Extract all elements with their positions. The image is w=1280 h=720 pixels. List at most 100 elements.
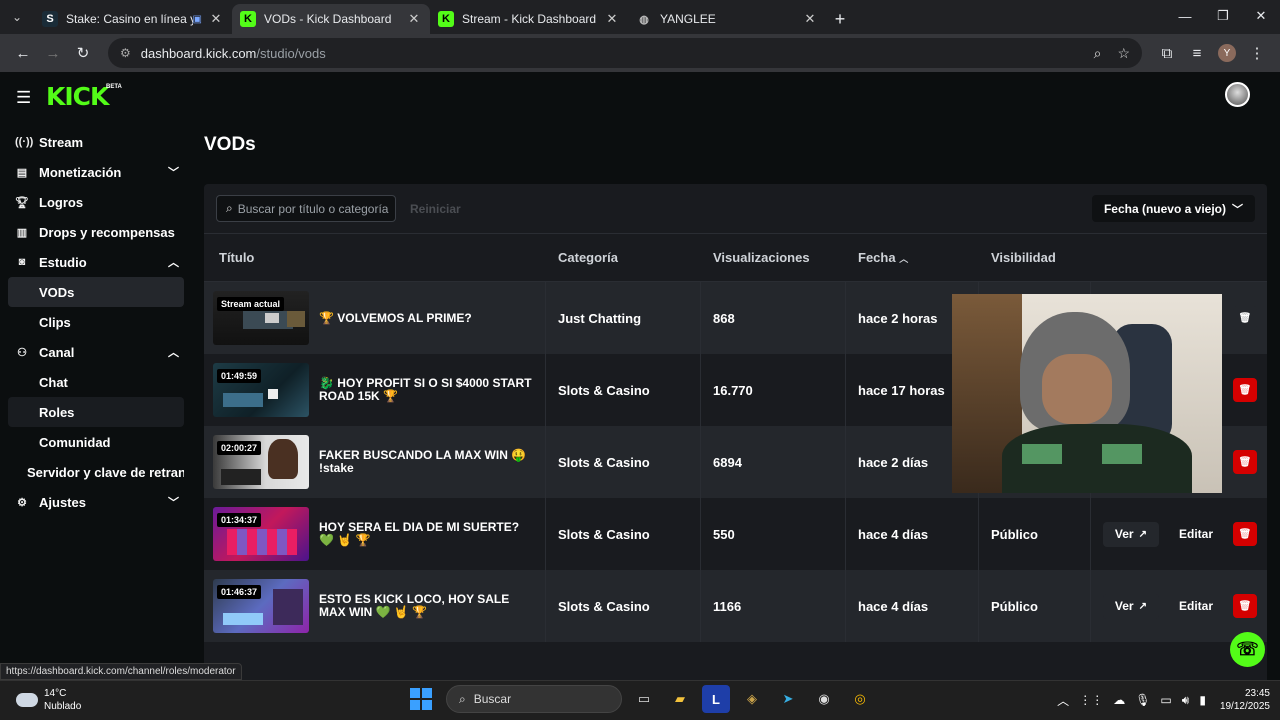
sidebar-item-roles[interactable]: Roles — [8, 397, 184, 427]
status-bar-url: https://dashboard.kick.com/channel/roles… — [0, 663, 242, 680]
sidebar-item-monetizacion[interactable]: ▤ Monetización ﹀ — [0, 157, 184, 187]
browser-tab-stream[interactable]: K Stream - Kick Dashboard ✕ — [430, 4, 628, 34]
sidebar-item-drops[interactable]: ▥ Drops y recompensas — [0, 217, 184, 247]
tab-close-icon[interactable]: ✕ — [208, 11, 224, 27]
header-category[interactable]: Categoría — [546, 250, 701, 265]
trash-icon: 🗑︎ — [1238, 384, 1252, 396]
obs-icon[interactable]: ◉ — [810, 685, 838, 713]
chevron-down-icon: ﹀ — [1232, 203, 1243, 216]
taskbar-search[interactable]: ⌕ Buscar — [446, 685, 622, 713]
telegram-icon[interactable]: ➤ — [774, 685, 802, 713]
close-window-icon[interactable]: ✕ — [1242, 0, 1280, 32]
back-icon[interactable]: ← — [8, 38, 38, 68]
delete-button[interactable]: 🗑︎ — [1233, 378, 1257, 402]
forward-icon[interactable]: → — [38, 38, 68, 68]
sidebar-item-chat[interactable]: Chat — [8, 367, 184, 397]
duration-badge: 01:46:37 — [217, 585, 262, 599]
sidebar-item-canal[interactable]: ⚇ Canal ︿ — [0, 337, 184, 367]
file-explorer-icon[interactable]: ▰ — [666, 685, 694, 713]
url-path: /studio/vods — [256, 45, 326, 61]
external-link-icon: ↗ — [1138, 528, 1147, 540]
broadcast-icon: ((·)) — [15, 136, 34, 148]
header-visibility[interactable]: Visibilidad — [979, 250, 1091, 265]
site-info-icon[interactable]: ⚙ — [120, 46, 131, 60]
volume-icon[interactable]: 🔊︎ — [1182, 693, 1190, 708]
chrome-icon[interactable]: ◎ — [846, 685, 874, 713]
sidebar-item-estudio[interactable]: ◙ Estudio ︿ — [0, 247, 184, 277]
grid-icon[interactable]: ⋮⋮ — [1079, 693, 1103, 707]
windows-start-icon[interactable] — [410, 688, 432, 710]
media-control-icon[interactable]: ≡ — [1182, 38, 1212, 68]
zoom-icon[interactable]: ⌕ — [1094, 45, 1102, 62]
sidebar-item-ajustes[interactable]: ⚙ Ajustes ﹀ — [0, 487, 184, 517]
hamburger-menu-icon[interactable]: ☰ — [16, 88, 31, 108]
l-app-icon[interactable]: L — [702, 685, 730, 713]
chevron-up-icon: ︿ — [168, 347, 179, 359]
weather-widget[interactable]: 14°C Nublado — [16, 687, 81, 713]
maximize-icon[interactable]: ❐ — [1204, 0, 1242, 32]
new-tab-button[interactable]: + — [826, 4, 854, 34]
user-avatar[interactable] — [1225, 82, 1250, 107]
tab-title: Stream - Kick Dashboard — [462, 12, 597, 26]
search-input[interactable]: ⌕ Buscar por título o categoría — [216, 195, 396, 222]
profile-avatar[interactable]: Y — [1218, 44, 1236, 62]
tab-close-icon[interactable]: ✕ — [604, 11, 620, 27]
delete-button[interactable]: 🗑︎ — [1233, 450, 1257, 474]
vod-thumbnail[interactable]: 02:00:27 — [213, 435, 309, 489]
sort-ascending-icon: ︿ — [899, 254, 909, 264]
browser-menu-icon[interactable]: ⋮ — [1242, 38, 1272, 68]
view-button[interactable]: Ver ↗ — [1102, 521, 1159, 547]
address-bar[interactable]: ⚙ dashboard.kick.com/studio/vods ⌕ ☆ — [108, 38, 1142, 68]
reload-icon[interactable]: ↻ — [68, 38, 98, 68]
display-icon[interactable]: ▭ — [1160, 693, 1171, 707]
browser-tab-yanglee[interactable]: ◍ YANGLEE ✕ — [628, 4, 826, 34]
kick-logo[interactable]: KICK — [46, 82, 109, 111]
system-tray: ︿ ⋮⋮ ☁ 🎙︎ ▭ 🔊︎ ▮ 23:45 19/12/2025 — [1057, 687, 1270, 713]
edit-button[interactable]: Editar — [1169, 594, 1223, 619]
minimize-icon[interactable]: — — [1166, 0, 1204, 32]
delete-button[interactable]: 🗑︎ — [1233, 306, 1257, 330]
sidebar-item-vods[interactable]: VODs — [8, 277, 184, 307]
edit-button[interactable]: Editar — [1169, 522, 1223, 547]
chevron-up-icon[interactable]: ︿ — [1057, 692, 1069, 709]
vod-thumbnail[interactable]: 01:49:59 — [213, 363, 309, 417]
cloud-sync-icon[interactable]: ☁ — [1113, 693, 1125, 707]
tab-close-icon[interactable]: ✕ — [406, 11, 422, 27]
header-views[interactable]: Visualizaciones — [701, 250, 846, 265]
view-button[interactable]: Ver ↗ — [1102, 593, 1159, 619]
search-icon: ⌕ — [459, 691, 466, 706]
reset-button[interactable]: Reiniciar — [410, 202, 461, 216]
delete-button[interactable]: 🗑︎ — [1233, 594, 1257, 618]
browser-tab-stake[interactable]: S Stake: Casino en línea y Ap ▣ ✕ — [34, 4, 232, 34]
help-chat-button[interactable]: ☏ — [1230, 632, 1265, 667]
delete-button[interactable]: 🗑︎ — [1233, 522, 1257, 546]
sidebar-item-label: Monetización — [39, 164, 122, 180]
sort-dropdown[interactable]: Fecha (nuevo a viejo) ﹀ — [1091, 195, 1255, 222]
vod-thumbnail[interactable]: 01:46:37 — [213, 579, 309, 633]
microphone-icon[interactable]: 🎙︎ — [1135, 693, 1150, 707]
tab-close-icon[interactable]: ✕ — [802, 11, 818, 27]
sidebar-item-clips[interactable]: Clips — [8, 307, 184, 337]
extensions-icon[interactable]: ⧉ — [1152, 38, 1182, 68]
sidebar-item-label: Ajustes — [39, 494, 86, 510]
sidebar-item-stream[interactable]: ((·)) Stream — [0, 127, 184, 157]
trash-icon: 🗑︎ — [1238, 456, 1252, 468]
tab-search-icon[interactable]: ⌄ — [0, 0, 34, 34]
sidebar-item-comunidad[interactable]: Comunidad — [8, 427, 184, 457]
vod-thumbnail[interactable]: Stream actual — [213, 291, 309, 345]
vod-thumbnail[interactable]: 01:34:37 — [213, 507, 309, 561]
header-date[interactable]: Fecha ︿ — [846, 250, 979, 265]
sidebar-item-logros[interactable]: 🏆︎ Logros — [0, 187, 184, 217]
task-view-icon[interactable]: ▭ — [630, 685, 658, 713]
bookmark-star-icon[interactable]: ☆ — [1117, 45, 1130, 62]
sidebar-item-servidor[interactable]: Servidor y clave de retransmisión — [8, 457, 184, 487]
channel-icon: ⚇ — [17, 346, 27, 359]
header-title[interactable]: Título — [204, 250, 546, 265]
clock[interactable]: 23:45 19/12/2025 — [1220, 687, 1270, 713]
trash-icon: 🗑︎ — [1238, 312, 1252, 324]
browser-tab-vods[interactable]: K VODs - Kick Dashboard ✕ — [232, 4, 430, 34]
chevron-down-icon: ﹀ — [168, 167, 179, 179]
battery-icon[interactable]: ▮ — [1199, 693, 1206, 707]
game-icon[interactable]: ◈ — [738, 685, 766, 713]
sidebar-item-label: Drops y recompensas — [39, 224, 175, 240]
